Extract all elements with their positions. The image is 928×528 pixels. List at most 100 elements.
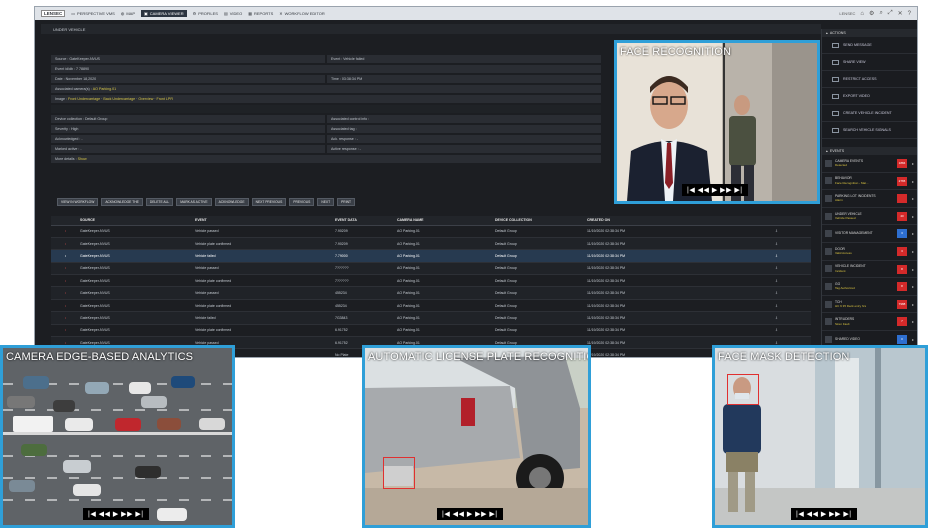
download-icon[interactable]: ⇩ (739, 237, 811, 251)
settings-icon[interactable]: ⚙ (869, 10, 874, 17)
create-vehicle-incident-icon (832, 110, 839, 116)
actions-header[interactable]: ▴ ACTIONS (822, 29, 917, 37)
detail-images: Image : Front Undercarriage · Back Under… (51, 95, 601, 104)
event-tch[interactable]: TCH HC 9 35 Deck entry hrs 7988 ▸ (822, 296, 917, 314)
table-cell: Vehicle plate confirmed (192, 274, 332, 288)
face-recognition-label: FACE RECOGNITION (620, 46, 731, 58)
download-icon[interactable]: ⇩ (739, 262, 811, 276)
action-create-vehicle-incident[interactable]: CREATE VEHICLE INCIDENT (822, 105, 917, 122)
image-link-overview[interactable]: Overview (138, 97, 153, 101)
tab-profiles[interactable]: ⚙ PROFILES (193, 10, 218, 17)
detail-date: Date : November 18,2020 (51, 75, 325, 84)
column-device-collection[interactable]: DEVICE COLLECTION (492, 216, 584, 226)
playback-controls[interactable]: |◀ ◀◀ ▶ ▶▶ ▶| (437, 508, 503, 520)
camera-link[interactable]: AO Parking.01 (93, 87, 116, 91)
column-event[interactable]: EVENT (192, 216, 332, 226)
next-button[interactable]: NEXT (317, 197, 335, 206)
table-row[interactable]: • GateKeeper-NVUS Vehicle passed 7?????? AO … (51, 262, 811, 276)
download-icon[interactable]: ⇩ (739, 299, 811, 313)
chevron-right-icon: ▸ (911, 161, 914, 166)
next-previous-button[interactable]: NEXT PREVIOUS (251, 197, 287, 206)
edge-analytics-tile[interactable]: CAMERA EDGE-BASED ANALYTICS |◀ ◀◀ ▶ ▶▶ ▶… (0, 345, 235, 528)
download-icon[interactable]: ⇩ (739, 249, 811, 263)
event-parking-lot-incidents[interactable]: PARKING LOT INCIDENTS Alarm ▸ (822, 190, 917, 208)
acknowledge-the-button[interactable]: ACKNOWLEDGE THE (101, 197, 143, 206)
chevron-right-icon: ▸ (911, 231, 914, 237)
event-intruders[interactable]: INTRUDERS Siren Fault 7 ▸ (822, 313, 917, 331)
previous-button[interactable]: PREVIOUS (289, 197, 315, 206)
download-icon[interactable]: ⇩ (739, 225, 811, 238)
row-status-icon: • (51, 262, 77, 276)
event-subtitle: Detected (835, 163, 848, 168)
playback-controls[interactable]: |◀ ◀◀ ▶ ▶▶ ▶| (682, 184, 748, 196)
mark-as-active-button[interactable]: MARK AS ACTIVE (176, 197, 212, 206)
column-event-data[interactable]: EVENT DATA (332, 216, 394, 226)
delete-all-button[interactable]: DELETE ALL (145, 197, 174, 206)
print-button[interactable]: PRINT (337, 197, 356, 206)
event-behavior[interactable]: BEHAVIOR Face Recognition - Mat... 2765 ▸ (822, 173, 917, 191)
table-cell: Default Group (492, 262, 584, 276)
view-in-workflow-button[interactable]: VIEW IN WORKFLOW (57, 197, 99, 206)
help-icon[interactable]: ? (908, 11, 911, 17)
table-row[interactable]: • GateKeeper-NVUS Vehicle failed 7G3843 AO P… (51, 311, 811, 325)
table-cell: AO Parking.01 (394, 286, 492, 300)
event-camera-events[interactable]: CAMERA EVENTS Detected 1884 ▸ (822, 155, 917, 173)
face-mask-tile[interactable]: FACE MASK DETECTION |◀ ◀◀ ▶ ▶▶ ▶| (712, 345, 928, 528)
marketing-composite: LENSEC ▭ PERSPECTIVE VMS ◍ MAP ▣ CAMERA VIEWE… (0, 0, 928, 528)
detail-device-collection: Device collection : Default Group (51, 115, 325, 124)
event-vehicle-incident[interactable]: VEHICLE INCIDENT Incident 8 ▸ (822, 261, 917, 279)
tab-workflow-editor[interactable]: ✕ WORKFLOW EDITOR (279, 10, 325, 17)
action-send-message[interactable]: SEND MESSAGE (822, 37, 917, 54)
action-restrict-access[interactable]: RESTRICT ACCESS (822, 71, 917, 88)
table-row[interactable]: • GateKeeper-NVUS Vehicle passed 455234 AO P… (51, 286, 811, 300)
download-icon[interactable]: ⇩ (739, 274, 811, 288)
acknowledge-button[interactable]: ACKNOWLEDGE (214, 197, 249, 206)
column-created-on[interactable]: CREATED ON (584, 216, 739, 226)
face-recognition-tile[interactable]: FACE RECOGNITION |◀ ◀◀ ▶ ▶▶ ▶| (614, 40, 820, 204)
table-row[interactable]: • GateKeeper-NVUS Vehicle plate confirmed 4… (51, 299, 811, 313)
tab-map[interactable]: ◍ MAP (121, 10, 135, 17)
action-export-video[interactable]: EXPORT VIDEO (822, 88, 917, 105)
tab-perspective-vms[interactable]: ▭ PERSPECTIVE VMS (71, 10, 115, 17)
column-camera-name[interactable]: CAMERA NAME (394, 216, 492, 226)
download-icon[interactable]: ⇩ (739, 324, 811, 338)
event-type-icon (825, 212, 832, 220)
tab-camera-viewer[interactable]: ▣ CAMERA VIEWER (141, 10, 187, 17)
tab-reports[interactable]: ▦ REPORTS (248, 10, 273, 17)
download-icon[interactable]: ⇩ (739, 311, 811, 325)
image-link-front-lpr[interactable]: Front LPR (157, 97, 173, 101)
event-under-vehicle[interactable]: UNDER VEHICLE Vehicle Passed 40 ▸ (822, 208, 917, 226)
select-column[interactable] (51, 216, 77, 226)
plate-detection-box (383, 457, 415, 489)
table-row[interactable]: • GateKeeper-NVUS Vehicle plate confirmed 7… (51, 237, 811, 251)
event-visitor-management[interactable]: VISITOR MANAGEMENT 3 ▸ (822, 225, 917, 243)
events-header[interactable]: ▴ EVENTS (822, 147, 917, 155)
tab-video[interactable]: ▤ VIDEO (224, 10, 242, 17)
row-status-icon: • (51, 286, 77, 300)
column-source[interactable]: SOURCE (77, 216, 192, 226)
action-search-vehicle-signals[interactable]: SEARCH VEHICLE SIGNALS (822, 122, 917, 139)
show-more-link[interactable]: Show (78, 157, 87, 161)
event-gg[interactable]: GG Tag Authorized 8 ▸ (822, 278, 917, 296)
image-link-back-undercarriage[interactable]: Back Undercarriage (103, 97, 135, 101)
event-door[interactable]: DOOR Valid Access 3 ▸ (822, 243, 917, 261)
table-cell: AO Parking.01 (394, 237, 492, 251)
table-cell: 11/19/2020 02:38:34 PM (584, 262, 739, 276)
lpr-tile[interactable]: AUTOMATIC LICENSE PLATE RECOGNITION |◀ ◀… (362, 345, 591, 528)
resize-icon[interactable]: ⤢ (888, 10, 893, 17)
search-icon[interactable]: ⌕ (879, 10, 882, 17)
detail-time: Time : 03:38:34 PM (327, 75, 601, 84)
home-icon[interactable]: ⌂ (860, 11, 864, 17)
detail-cameras: Associated camera(s) : AO Parking.01 (51, 85, 601, 94)
playback-controls[interactable]: |◀ ◀◀ ▶ ▶▶ ▶| (791, 508, 857, 520)
playback-controls[interactable]: |◀ ◀◀ ▶ ▶▶ ▶| (83, 508, 149, 520)
table-row[interactable]: • GateKeeper-NVUS Vehicle passed 7.90209 AO … (51, 225, 811, 238)
action-share-view[interactable]: SHARE VIEW (822, 54, 917, 71)
table-row[interactable]: • GateKeeper-NVUS Vehicle plate confirmed 6… (51, 324, 811, 338)
download-icon[interactable]: ⇩ (739, 286, 811, 300)
table-row[interactable]: • GateKeeper-NVUS Vehicle plate confirmed 7… (51, 274, 811, 288)
action-column[interactable] (739, 216, 811, 226)
table-row[interactable]: • GateKeeper-NVUS Vehicle failed 7.79000 AO … (51, 249, 811, 263)
image-link-front-undercarriage[interactable]: Front Undercarriage (68, 97, 100, 101)
close-icon[interactable]: ✕ (898, 10, 903, 17)
